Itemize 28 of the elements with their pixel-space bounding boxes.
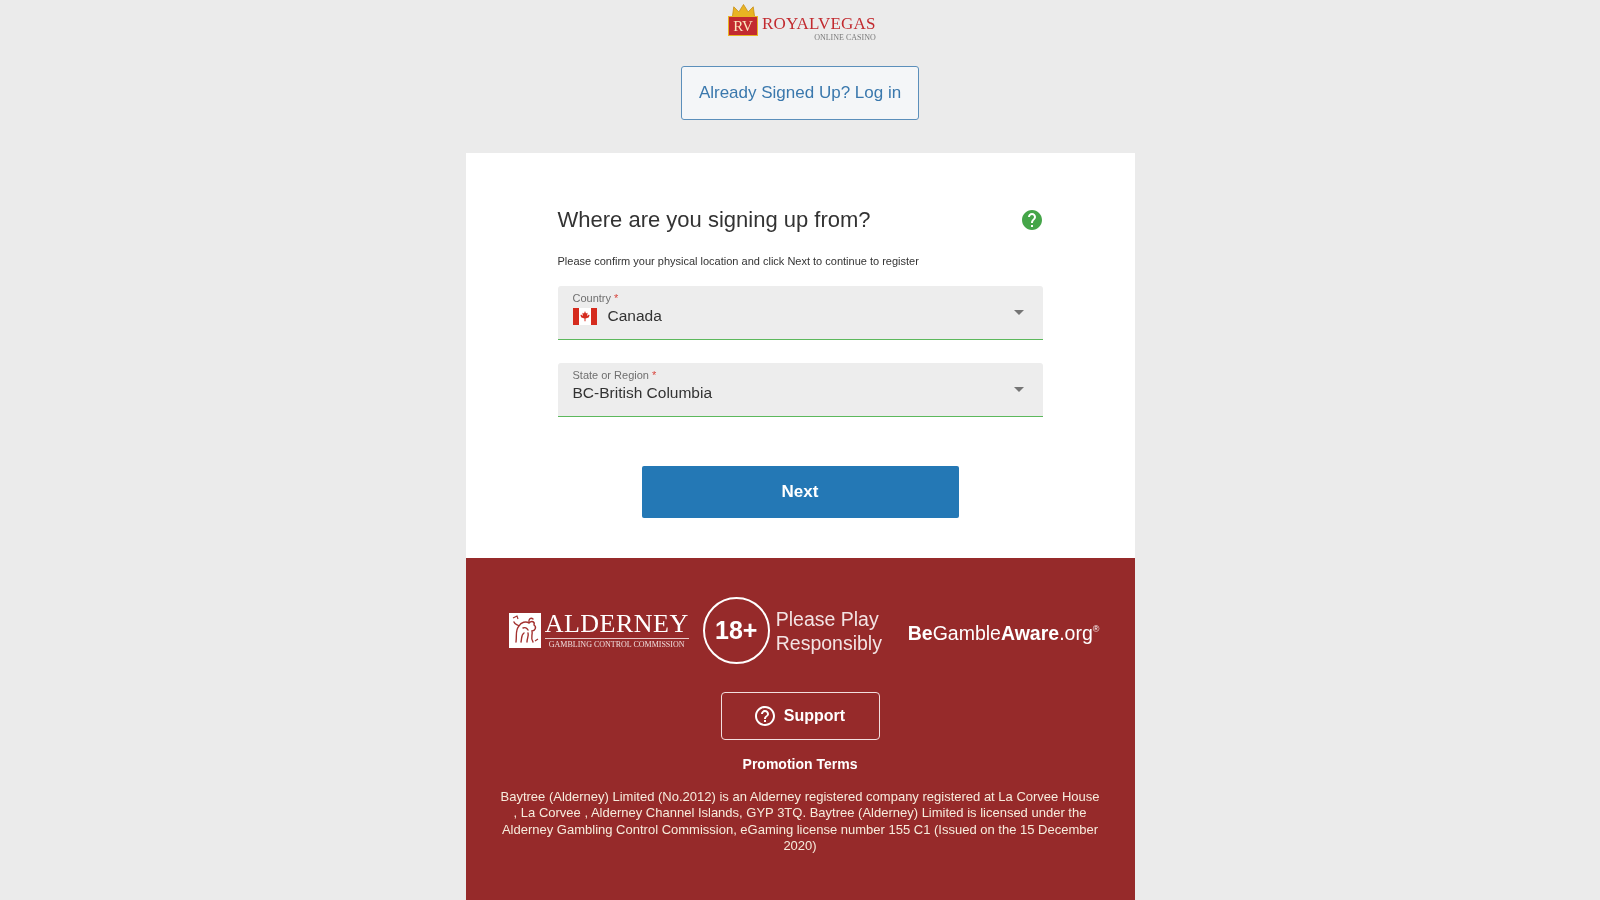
regulator-subtitle: GAMBLING CONTROL COMMISSION xyxy=(548,639,685,650)
flag-icon xyxy=(572,307,597,325)
legal-text: Baytree (Alderney) Limited (No.2012) is an Alderney registered company registered at La Corvee House , La Corvee , Alderney Channel Islands, GYP 3TQ. Baytree (Alderney) Limited is licensed under the Alderney Gambling Control Commission, eGaming license number 155 C1 (Issued on the 15 December 2020) xyxy=(499,789,1101,855)
login-button[interactable]: Already Signed Up? Log in xyxy=(681,66,919,120)
help-icon xyxy=(754,706,775,726)
field-label: State or Region * xyxy=(572,369,658,382)
promotion-terms-link[interactable]: Promotion Terms xyxy=(742,755,858,773)
field-label: Country * xyxy=(572,292,620,305)
logo-wordmark: ROYALVEGAS xyxy=(761,15,876,33)
regulator-name: ALDERNEY xyxy=(544,611,689,639)
gamble-aware-logo: BeGambleAware.org$^{®}$ xyxy=(907,620,1100,645)
crest-icon xyxy=(508,613,541,648)
field-value: BC-British Columbia xyxy=(572,383,713,403)
form-title: Where are you signing up from? xyxy=(557,206,871,234)
caret-icon xyxy=(1013,310,1024,315)
logo-tagline: ONLINE CASINO xyxy=(814,33,876,42)
instruction-text: Please confirm your physical location and click Next to continue to register xyxy=(557,254,920,268)
responsible-gambling-text: Please Play Responsibly xyxy=(775,606,883,655)
support-button[interactable]: Support xyxy=(720,692,880,740)
logo-monogram: RV xyxy=(728,16,758,36)
help-icon[interactable] xyxy=(1021,210,1042,230)
field-value: Canada xyxy=(607,306,662,326)
crown-icon xyxy=(730,4,756,17)
dropdown-field[interactable]: Country * Canada xyxy=(557,286,1043,340)
next-button[interactable]: Next xyxy=(641,466,959,518)
caret-icon xyxy=(1013,387,1024,392)
age-limit-badge: 18+ xyxy=(702,597,770,664)
dropdown-field[interactable]: State or Region * BC-British Columbia xyxy=(557,363,1043,417)
